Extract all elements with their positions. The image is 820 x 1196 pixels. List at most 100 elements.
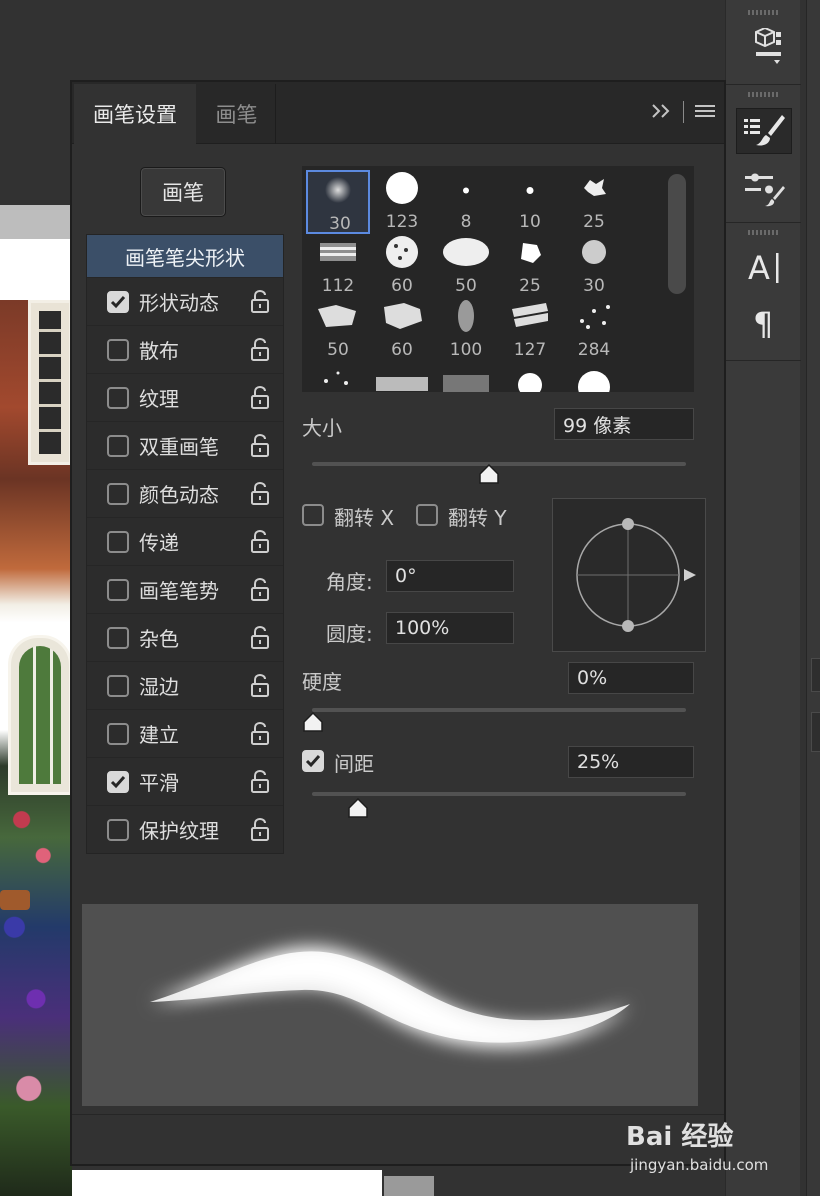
dock-grip[interactable]	[748, 10, 780, 15]
brush-preset[interactable]: 60	[370, 298, 434, 362]
flip-x-label: 翻转 X	[334, 506, 395, 530]
brush-tip-icon	[580, 238, 608, 270]
brush-preset[interactable]: 30	[562, 234, 626, 298]
hardness-slider-track[interactable]	[312, 708, 686, 712]
brush-preset[interactable]: 30	[306, 170, 370, 234]
paragraph-panel-button[interactable]: ¶	[736, 300, 792, 346]
settings-row[interactable]: 建立	[87, 709, 283, 757]
brush-preset[interactable]: 50	[434, 234, 498, 298]
unlock-icon[interactable]	[249, 433, 271, 462]
scrollbar-horizontal[interactable]	[384, 1176, 434, 1196]
setting-checkbox[interactable]	[107, 290, 129, 313]
brush-preset[interactable]: 284	[562, 298, 626, 362]
unlock-icon[interactable]	[249, 481, 271, 510]
setting-checkbox[interactable]	[107, 386, 129, 409]
panel-edge-control[interactable]	[811, 658, 820, 692]
unlock-icon[interactable]	[249, 625, 271, 654]
unlock-icon[interactable]	[249, 721, 271, 750]
brush-preset[interactable]: 112	[306, 234, 370, 298]
brush-preset[interactable]: 123	[370, 170, 434, 234]
brush-tip-icon	[574, 301, 614, 335]
settings-row[interactable]: 形状动态	[87, 277, 283, 325]
flip-y-checkbox[interactable]	[416, 504, 438, 526]
brush-tip-icon	[456, 298, 476, 338]
spacing-slider-thumb[interactable]	[347, 797, 368, 818]
brush-preset[interactable]	[370, 362, 434, 392]
panel-edge-control[interactable]	[811, 712, 820, 752]
dock-grip[interactable]	[748, 230, 780, 235]
svg-text:A: A	[748, 249, 770, 287]
flip-x-checkbox[interactable]	[302, 504, 324, 526]
setting-checkbox[interactable]	[107, 434, 129, 457]
tab-brushes[interactable]: 画笔	[198, 84, 276, 144]
spacing-checkbox[interactable]	[302, 750, 324, 772]
brushes-button[interactable]: 画笔	[140, 167, 226, 217]
character-panel-button[interactable]: A	[736, 244, 792, 290]
brush-tip-icon	[512, 365, 548, 392]
settings-row[interactable]: 平滑	[87, 757, 283, 805]
dock-grip[interactable]	[748, 92, 780, 97]
brush-preset[interactable]	[562, 362, 626, 392]
spacing-field[interactable]: 25%	[568, 746, 694, 778]
unlock-icon[interactable]	[249, 769, 271, 798]
setting-checkbox[interactable]	[107, 530, 129, 553]
hardness-slider-thumb[interactable]	[302, 711, 323, 732]
unlock-icon[interactable]	[249, 673, 271, 702]
unlock-icon[interactable]	[249, 289, 271, 318]
brush-settings-panel-button[interactable]	[736, 108, 792, 154]
brush-preset[interactable]: 60	[370, 234, 434, 298]
brushes-panel-button[interactable]	[736, 166, 792, 212]
angle-field[interactable]: 0°	[386, 560, 514, 592]
size-field[interactable]: 99 像素	[554, 408, 694, 440]
brush-preset[interactable]	[498, 362, 562, 392]
spacing-slider-track[interactable]	[312, 792, 686, 796]
unlock-icon[interactable]	[249, 385, 271, 414]
brush-preset[interactable]: 25	[498, 234, 562, 298]
brush-preset[interactable]: 100	[434, 298, 498, 362]
brush-tip-shape-item[interactable]: 画笔笔尖形状	[87, 235, 283, 277]
settings-row[interactable]: 双重画笔	[87, 421, 283, 469]
brush-preset[interactable]	[434, 362, 498, 392]
unlock-icon[interactable]	[249, 337, 271, 366]
settings-row[interactable]: 纹理	[87, 373, 283, 421]
brush-preset[interactable]: 8	[434, 170, 498, 234]
dock-separator	[726, 360, 801, 361]
brush-preset[interactable]: 50	[306, 298, 370, 362]
settings-row[interactable]: 传递	[87, 517, 283, 565]
brush-preset[interactable]	[306, 362, 370, 392]
angle-label: 角度:	[326, 570, 373, 594]
panel-menu-icon[interactable]	[694, 100, 716, 124]
settings-row[interactable]: 画笔笔势	[87, 565, 283, 613]
settings-row[interactable]: 杂色	[87, 613, 283, 661]
hardness-field[interactable]: 0%	[568, 662, 694, 694]
unlock-icon[interactable]	[249, 577, 271, 606]
brush-stroke-preview	[82, 904, 698, 1106]
collapse-chevrons-icon[interactable]	[651, 100, 673, 124]
roundness-field[interactable]: 100%	[386, 612, 514, 644]
setting-checkbox[interactable]	[107, 578, 129, 601]
setting-checkbox[interactable]	[107, 482, 129, 505]
roundness-label: 圆度:	[326, 622, 373, 646]
settings-row[interactable]: 湿边	[87, 661, 283, 709]
presets-scrollbar[interactable]	[668, 174, 686, 294]
setting-checkbox[interactable]	[107, 674, 129, 697]
brush-preset[interactable]: 127	[498, 298, 562, 362]
tab-brush-settings[interactable]: 画笔设置	[74, 84, 196, 144]
setting-checkbox[interactable]	[107, 818, 129, 841]
brush-preset-size: 112	[321, 276, 355, 296]
painting-window-detail	[28, 300, 72, 465]
3d-panel-button[interactable]	[736, 24, 792, 70]
settings-row[interactable]: 颜色动态	[87, 469, 283, 517]
unlock-icon[interactable]	[249, 529, 271, 558]
setting-checkbox[interactable]	[107, 722, 129, 745]
setting-checkbox[interactable]	[107, 338, 129, 361]
brush-preset[interactable]: 10	[498, 170, 562, 234]
size-slider-thumb[interactable]	[478, 463, 499, 484]
settings-row[interactable]: 保护纹理	[87, 805, 283, 853]
setting-checkbox[interactable]	[107, 626, 129, 649]
unlock-icon[interactable]	[249, 817, 271, 846]
angle-roundness-widget[interactable]	[552, 498, 706, 652]
settings-row[interactable]: 散布	[87, 325, 283, 373]
brush-preset[interactable]: 25	[562, 170, 626, 234]
setting-checkbox[interactable]	[107, 770, 129, 793]
